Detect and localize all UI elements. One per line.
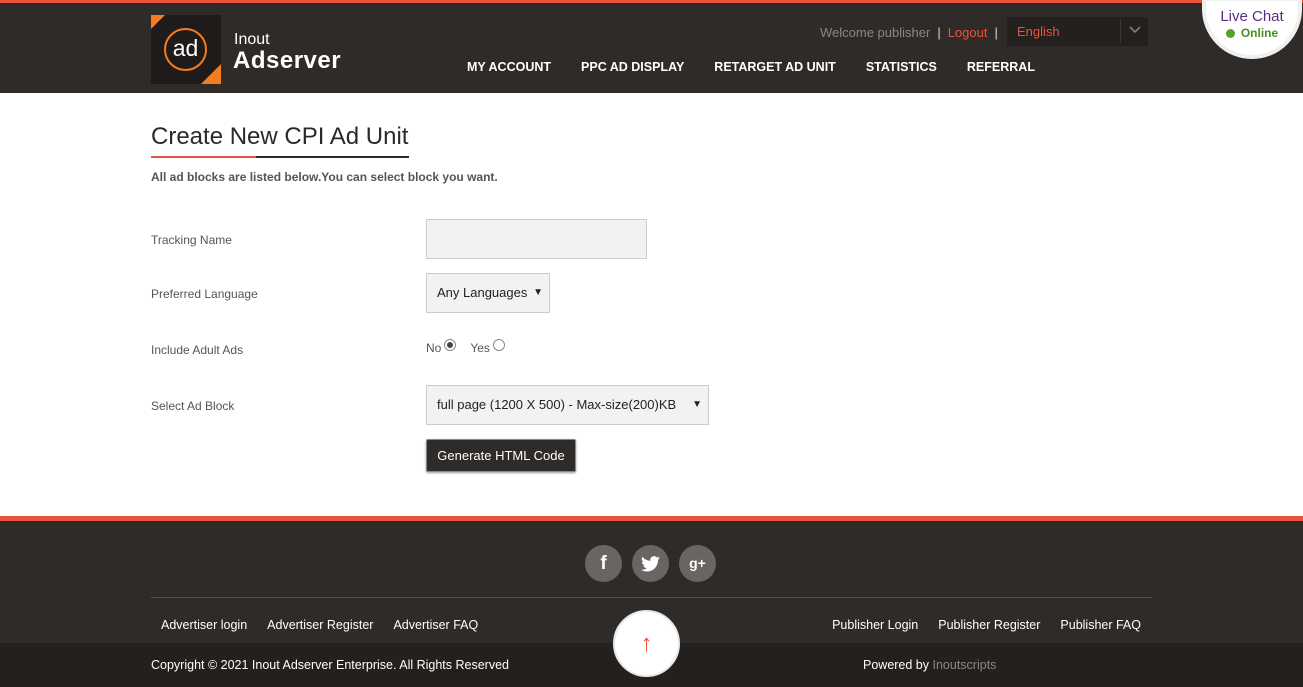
main-nav: MY ACCOUNT PPC AD DISPLAY RETARGET AD UN… bbox=[452, 60, 1050, 74]
chat-status-text: Online bbox=[1240, 26, 1279, 40]
logo[interactable]: ad Inout Adserver bbox=[151, 15, 351, 85]
header: ad Inout Adserver Welcome publisher | Lo… bbox=[0, 0, 1303, 93]
ad-block-value: full page (1200 X 500) - Max-size(200)KB bbox=[437, 397, 677, 412]
advertiser-login-link[interactable]: Advertiser login bbox=[161, 618, 247, 632]
facebook-icon[interactable]: f bbox=[585, 545, 622, 582]
preferred-language-value: Any Languages bbox=[437, 285, 528, 300]
publisher-register-link[interactable]: Publisher Register bbox=[938, 618, 1040, 632]
copyright-text: Copyright © 2021 Inout Adserver Enterpri… bbox=[151, 658, 510, 672]
caret-down-icon: ▼ bbox=[533, 287, 543, 298]
nav-referral[interactable]: REFERRAL bbox=[952, 60, 1050, 74]
twitter-icon[interactable] bbox=[632, 545, 669, 582]
tracking-name-input[interactable] bbox=[426, 219, 647, 259]
nav-retarget-ad-unit[interactable]: RETARGET AD UNIT bbox=[699, 60, 851, 74]
radio-no[interactable] bbox=[444, 339, 457, 351]
caret-down-icon: ▼ bbox=[692, 399, 702, 410]
language-value: English bbox=[1017, 24, 1060, 39]
facebook-glyph: f bbox=[600, 553, 607, 574]
welcome-text: Welcome publisher bbox=[820, 24, 931, 40]
page-title: Create New CPI Ad Unit bbox=[151, 123, 409, 150]
tracking-name-label: Tracking Name bbox=[151, 233, 232, 247]
radio-yes[interactable] bbox=[492, 339, 505, 351]
google-plus-icon[interactable]: g+ bbox=[679, 545, 716, 582]
nav-my-account[interactable]: MY ACCOUNT bbox=[452, 60, 566, 74]
footer-divider bbox=[151, 597, 1152, 598]
title-underline-accent bbox=[151, 156, 256, 158]
advertiser-links: Advertiser login Advertiser Register Adv… bbox=[161, 618, 498, 632]
publisher-faq-link[interactable]: Publisher FAQ bbox=[1060, 618, 1141, 632]
logo-text-big: Adserver bbox=[233, 47, 342, 74]
scroll-to-top-button[interactable]: ↑ bbox=[613, 610, 680, 677]
page-subtitle: All ad blocks are listed below.You can s… bbox=[151, 170, 498, 184]
social-links: f g+ bbox=[585, 545, 726, 582]
powered-by: Powered by Inoutscripts bbox=[863, 658, 996, 672]
logo-mark: ad bbox=[151, 15, 221, 84]
preferred-language-select[interactable]: Any Languages ▼ bbox=[426, 273, 550, 313]
radio-yes-label: Yes bbox=[470, 341, 490, 355]
preferred-language-label: Preferred Language bbox=[151, 287, 258, 301]
google-plus-glyph: g+ bbox=[689, 555, 706, 571]
radio-no-label: No bbox=[426, 341, 442, 355]
divider: | bbox=[994, 24, 998, 40]
online-dot-icon bbox=[1225, 28, 1235, 38]
powered-by-prefix: Powered by bbox=[863, 658, 930, 672]
logo-corner-accent bbox=[151, 15, 165, 29]
nav-statistics[interactable]: STATISTICS bbox=[851, 60, 952, 74]
divider: | bbox=[937, 24, 941, 40]
generate-html-code-button[interactable]: Generate HTML Code bbox=[426, 439, 576, 472]
logo-circle: ad bbox=[164, 28, 207, 71]
chat-status: Online bbox=[1206, 26, 1298, 40]
nav-ppc-ad-display[interactable]: PPC AD DISPLAY bbox=[566, 60, 699, 74]
advertiser-register-link[interactable]: Advertiser Register bbox=[267, 618, 373, 632]
logout-link[interactable]: Logout bbox=[948, 25, 988, 40]
select-ad-block-label: Select Ad Block bbox=[151, 399, 235, 413]
arrow-up-icon: ↑ bbox=[640, 630, 653, 657]
publisher-links: Publisher Login Publisher Register Publi… bbox=[812, 618, 1141, 632]
ad-block-select[interactable]: full page (1200 X 500) - Max-size(200)KB… bbox=[426, 385, 709, 425]
publisher-login-link[interactable]: Publisher Login bbox=[832, 618, 918, 632]
live-chat-title: Live Chat bbox=[1220, 8, 1284, 25]
top-bar: Welcome publisher | Logout | English bbox=[820, 17, 1148, 47]
live-chat-widget[interactable]: Live Chat Online bbox=[1202, 0, 1302, 59]
include-adult-ads-label: Include Adult Ads bbox=[151, 343, 244, 357]
chevron-down-icon[interactable] bbox=[1120, 20, 1148, 43]
logo-corner-accent bbox=[201, 64, 221, 84]
advertiser-faq-link[interactable]: Advertiser FAQ bbox=[393, 618, 478, 632]
language-select[interactable]: English bbox=[1007, 17, 1148, 46]
inoutscripts-link[interactable]: Inoutscripts bbox=[933, 658, 997, 672]
adult-ads-radio-group: No Yes bbox=[426, 339, 505, 355]
